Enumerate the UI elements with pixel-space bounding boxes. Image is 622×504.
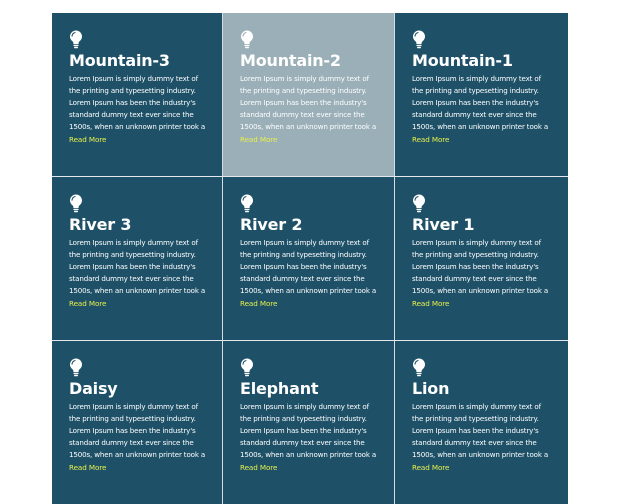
card-title: Mountain-2 xyxy=(240,51,341,70)
card-title: Mountain-3 xyxy=(69,51,170,70)
card-description: Lorem Ipsum is simply dummy text of the … xyxy=(240,402,377,459)
lightbulb-icon xyxy=(70,30,82,49)
card-river-1[interactable]: River 1 Lorem Ipsum is simply dummy text… xyxy=(395,177,568,340)
read-more-link[interactable]: Read More xyxy=(69,299,208,308)
lightbulb-icon xyxy=(413,358,425,377)
card-title: River 2 xyxy=(240,215,303,234)
read-more-link[interactable]: Read More xyxy=(69,463,208,472)
card-title: Daisy xyxy=(69,379,118,398)
lightbulb-icon xyxy=(241,358,253,377)
lightbulb-icon xyxy=(241,194,253,213)
lightbulb-icon xyxy=(413,194,425,213)
card-mountain-1[interactable]: Mountain-1 Lorem Ipsum is simply dummy t… xyxy=(395,13,568,176)
read-more-link[interactable]: Read More xyxy=(412,299,554,308)
card-title: Elephant xyxy=(240,379,319,398)
card-description: Lorem Ipsum is simply dummy text of the … xyxy=(412,74,549,131)
card-title: River 1 xyxy=(412,215,475,234)
card-river-2[interactable]: River 2 Lorem Ipsum is simply dummy text… xyxy=(223,177,395,340)
card-mountain-2[interactable]: Mountain-2 Lorem Ipsum is simply dummy t… xyxy=(223,13,395,176)
card-lion[interactable]: Lion Lorem Ipsum is simply dummy text of… xyxy=(395,341,568,504)
card-title: Lion xyxy=(412,379,450,398)
card-title: Mountain-1 xyxy=(412,51,513,70)
read-more-link[interactable]: Read More xyxy=(412,135,554,144)
read-more-link[interactable]: Read More xyxy=(240,463,380,472)
card-title: River 3 xyxy=(69,215,132,234)
card-grid: Mountain-3 Lorem Ipsum is simply dummy t… xyxy=(52,13,568,504)
card-description: Lorem Ipsum is simply dummy text of the … xyxy=(412,238,549,295)
card-description: Lorem Ipsum is simply dummy text of the … xyxy=(69,238,206,295)
card-description: Lorem Ipsum is simply dummy text of the … xyxy=(69,402,206,459)
read-more-link[interactable]: Read More xyxy=(69,135,208,144)
card-description: Lorem Ipsum is simply dummy text of the … xyxy=(240,238,377,295)
card-mountain-3[interactable]: Mountain-3 Lorem Ipsum is simply dummy t… xyxy=(52,13,223,176)
lightbulb-icon xyxy=(241,30,253,49)
card-description: Lorem Ipsum is simply dummy text of the … xyxy=(240,74,377,131)
card-daisy[interactable]: Daisy Lorem Ipsum is simply dummy text o… xyxy=(52,341,223,504)
card-elephant[interactable]: Elephant Lorem Ipsum is simply dummy tex… xyxy=(223,341,395,504)
lightbulb-icon xyxy=(70,194,82,213)
card-river-3[interactable]: River 3 Lorem Ipsum is simply dummy text… xyxy=(52,177,223,340)
card-description: Lorem Ipsum is simply dummy text of the … xyxy=(412,402,549,459)
lightbulb-icon xyxy=(70,358,82,377)
lightbulb-icon xyxy=(413,30,425,49)
card-description: Lorem Ipsum is simply dummy text of the … xyxy=(69,74,206,131)
read-more-link[interactable]: Read More xyxy=(240,135,380,144)
read-more-link[interactable]: Read More xyxy=(240,299,380,308)
read-more-link[interactable]: Read More xyxy=(412,463,554,472)
